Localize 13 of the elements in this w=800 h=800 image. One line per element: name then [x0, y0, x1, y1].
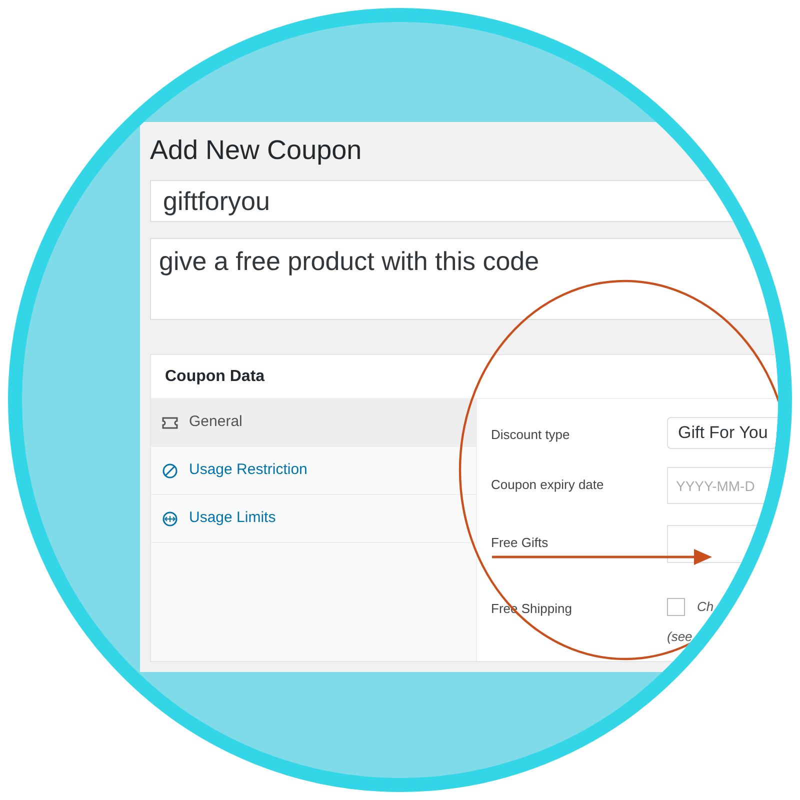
limits-icon: [161, 510, 179, 526]
checkbox-label: Ch: [697, 598, 714, 616]
prohibited-icon: [161, 462, 179, 478]
box-title: Coupon Data: [165, 366, 265, 386]
checkbox[interactable]: [667, 598, 685, 616]
field-label: Discount type: [491, 426, 571, 444]
page-title: Add New Coupon: [150, 134, 362, 166]
tab[interactable]: General: [151, 399, 476, 447]
ticket-icon: [161, 414, 179, 430]
field-note: (see: [667, 628, 692, 646]
field-label: Coupon expiry date: [491, 476, 605, 494]
field-label: Free Gifts: [491, 534, 550, 552]
discount-type-select[interactable]: Gift For You: [667, 417, 778, 449]
